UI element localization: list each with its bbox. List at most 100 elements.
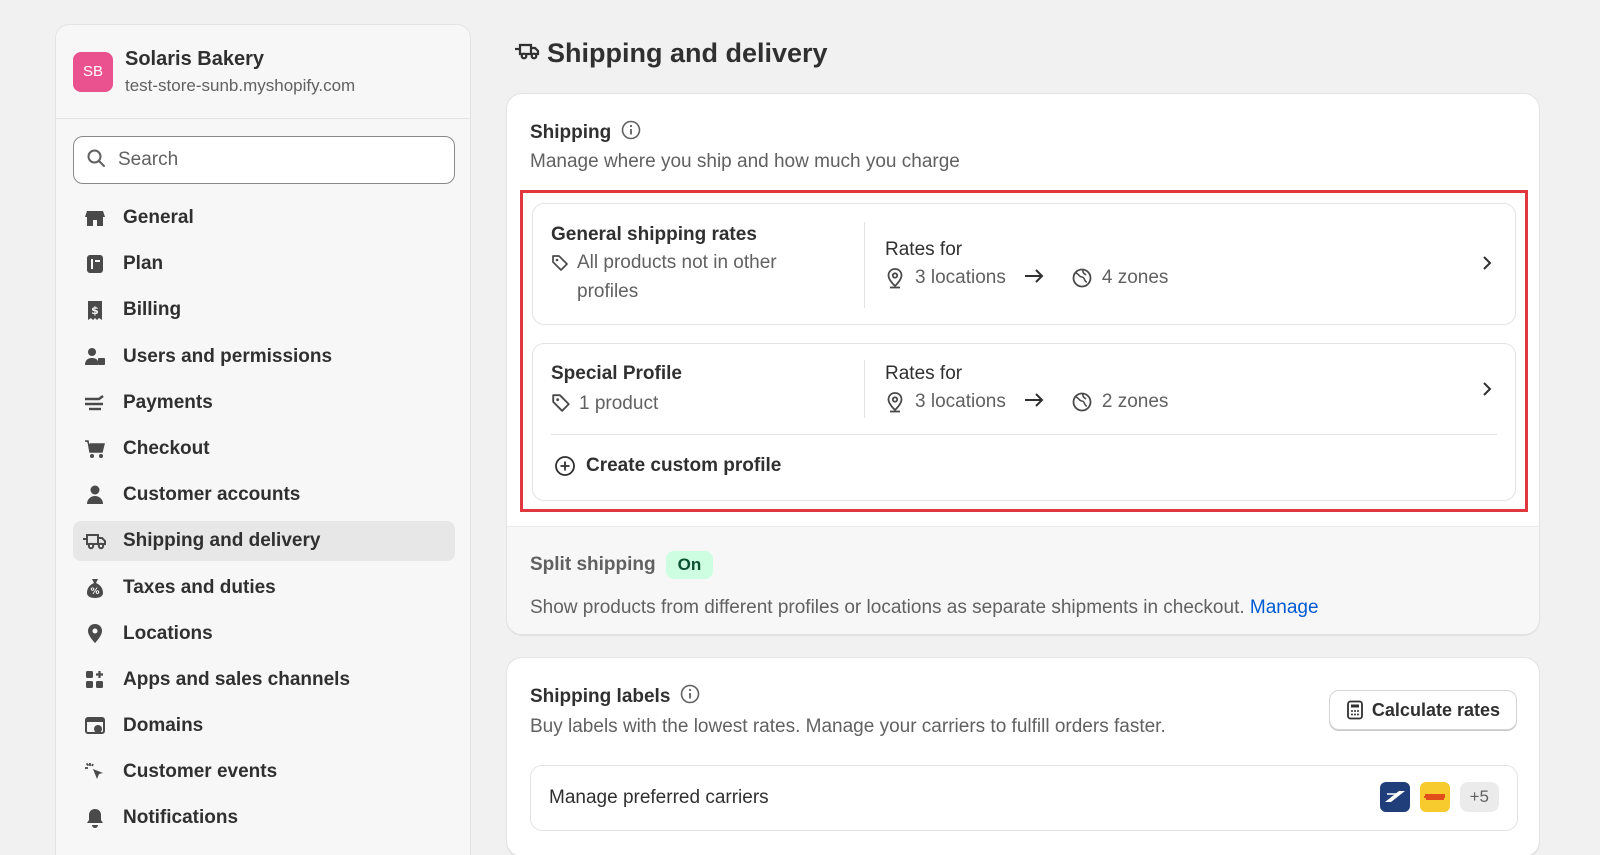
plus-circle-icon bbox=[555, 456, 575, 476]
sidebar-item-label: Customer events bbox=[123, 761, 278, 783]
calculator-icon bbox=[1347, 700, 1363, 720]
sidebar-item-label: Users and permissions bbox=[123, 345, 333, 367]
store-icon bbox=[83, 206, 107, 230]
sidebar-item-general[interactable]: General bbox=[73, 198, 455, 238]
sidebar-item-label: General bbox=[123, 207, 194, 228]
shipping-labels-subtitle: Buy labels with the lowest rates. Manage… bbox=[530, 716, 1166, 737]
svg-text:$: $ bbox=[91, 304, 99, 317]
carriers-label: Manage preferred carriers bbox=[549, 787, 769, 808]
settings-sidebar: SB Solaris Bakery test-store-sunb.myshop… bbox=[55, 24, 471, 855]
search-input[interactable] bbox=[118, 149, 438, 171]
svg-text:%: % bbox=[90, 587, 99, 597]
page-title-text: Shipping and delivery bbox=[547, 38, 828, 68]
profile-divider-horizontal bbox=[551, 434, 1497, 435]
location-pin-icon bbox=[887, 392, 903, 413]
profile-divider bbox=[864, 360, 865, 418]
domains-icon bbox=[83, 714, 107, 738]
settings-nav: General Plan $ Billing Users and permiss… bbox=[73, 198, 455, 845]
store-header[interactable]: SB Solaris Bakery test-store-sunb.myshop… bbox=[56, 25, 470, 119]
truck-icon bbox=[83, 529, 107, 553]
store-url: test-store-sunb.myshopify.com bbox=[125, 75, 356, 95]
sidebar-item-users[interactable]: Users and permissions bbox=[73, 337, 455, 377]
split-shipping-title: Split shipping bbox=[530, 554, 656, 575]
zones-count: 2 zones bbox=[1101, 391, 1169, 412]
split-shipping-description: Show products from different profiles or… bbox=[530, 597, 1319, 619]
profile-description-line2: profiles bbox=[577, 281, 639, 302]
sidebar-item-label: Apps and sales channels bbox=[123, 668, 351, 690]
sidebar-item-label: Checkout bbox=[123, 437, 210, 459]
page-title: Shipping and delivery bbox=[515, 38, 828, 69]
sidebar-item-locations[interactable]: Locations bbox=[73, 614, 455, 654]
calculate-rates-label: Calculate rates bbox=[1371, 699, 1500, 720]
chevron-right-icon[interactable] bbox=[1481, 380, 1493, 403]
zones-count: 4 zones bbox=[1101, 267, 1169, 288]
arrow-right-icon bbox=[1024, 267, 1054, 289]
sidebar-item-checkout[interactable]: Checkout bbox=[73, 429, 455, 469]
sidebar-item-label: Taxes and duties bbox=[123, 576, 276, 598]
globe-icon bbox=[1072, 392, 1092, 412]
cart-icon bbox=[83, 437, 107, 461]
sidebar-item-customer-accounts[interactable]: Customer accounts bbox=[73, 475, 455, 515]
rates-for-label: Rates for bbox=[885, 239, 963, 260]
shipping-subtitle: Manage where you ship and how much you c… bbox=[530, 151, 960, 172]
sidebar-item-label: Domains bbox=[123, 715, 204, 737]
search-icon bbox=[86, 148, 106, 173]
sidebar-item-domains[interactable]: Domains bbox=[73, 706, 455, 746]
sidebar-item-billing[interactable]: $ Billing bbox=[73, 290, 455, 330]
sidebar-item-payments[interactable]: Payments bbox=[73, 383, 455, 423]
create-custom-profile-label: Create custom profile bbox=[586, 455, 782, 476]
calculate-rates-button[interactable]: Calculate rates bbox=[1328, 690, 1517, 730]
rates-summary: 3 locations 4 zones bbox=[885, 267, 1168, 289]
sidebar-item-notifications[interactable]: Notifications bbox=[73, 798, 455, 838]
sidebar-item-apps[interactable]: Apps and sales channels bbox=[73, 660, 455, 700]
status-badge: On bbox=[665, 551, 714, 579]
sidebar-item-taxes[interactable]: % Taxes and duties bbox=[73, 568, 455, 608]
chevron-right-icon[interactable] bbox=[1481, 254, 1493, 277]
location-icon bbox=[83, 622, 107, 646]
shipping-title: Shipping bbox=[530, 120, 641, 146]
apps-icon bbox=[83, 668, 107, 692]
profile-description-line1: All products not in other bbox=[577, 252, 777, 273]
special-profile-row[interactable]: Special Profile 1 product Rates for 3 lo… bbox=[533, 344, 1515, 434]
shipping-profile-general[interactable]: General shipping rates All products not … bbox=[532, 203, 1516, 325]
payments-icon bbox=[83, 391, 107, 415]
rates-for-label: Rates for bbox=[885, 363, 963, 384]
info-icon[interactable] bbox=[621, 120, 641, 146]
search-box[interactable] bbox=[73, 136, 455, 184]
shipping-labels-title-text: Shipping labels bbox=[530, 686, 671, 707]
create-custom-profile-button[interactable]: Create custom profile bbox=[554, 455, 781, 477]
info-icon[interactable] bbox=[680, 684, 700, 710]
users-icon bbox=[83, 345, 107, 369]
usps-logo-icon bbox=[1379, 782, 1410, 812]
more-carriers-badge: +5 bbox=[1459, 782, 1499, 812]
shipping-profile-special: Special Profile 1 product Rates for 3 lo… bbox=[532, 343, 1516, 501]
rates-summary: 3 locations 2 zones bbox=[885, 391, 1168, 413]
sidebar-item-label: Customer accounts bbox=[123, 484, 301, 506]
shipping-labels-card: Shipping labels Buy labels with the lowe… bbox=[506, 657, 1540, 855]
profile-description: 1 product bbox=[551, 389, 658, 422]
sidebar-item-label: Notifications bbox=[123, 807, 239, 829]
split-description-text: Show products from different profiles or… bbox=[530, 597, 1245, 618]
sidebar-item-customer-events[interactable]: Customer events bbox=[73, 752, 455, 792]
profile-divider bbox=[864, 222, 865, 308]
location-pin-icon bbox=[887, 268, 903, 289]
tag-icon bbox=[551, 393, 571, 422]
globe-icon bbox=[1072, 268, 1092, 288]
shipping-card: Shipping Manage where you ship and how m… bbox=[506, 93, 1540, 635]
dhl-logo-icon bbox=[1419, 782, 1450, 812]
tag-icon bbox=[551, 252, 569, 306]
split-shipping-header: Split shipping On bbox=[530, 551, 714, 579]
sidebar-item-shipping[interactable]: Shipping and delivery bbox=[73, 521, 455, 562]
sidebar-item-label: Payments bbox=[123, 391, 213, 413]
profile-description-line1: 1 product bbox=[579, 393, 659, 414]
manage-preferred-carriers-row[interactable]: Manage preferred carriers +5 bbox=[530, 765, 1518, 831]
split-shipping-section: Split shipping On Show products from dif… bbox=[507, 526, 1539, 634]
receipt-dollar-icon: $ bbox=[83, 298, 107, 322]
sidebar-item-label: Locations bbox=[123, 622, 213, 644]
cursor-click-icon bbox=[83, 760, 107, 784]
arrow-right-icon bbox=[1024, 391, 1054, 413]
locations-count: 3 locations bbox=[915, 391, 1006, 412]
sidebar-item-plan[interactable]: Plan bbox=[73, 244, 455, 284]
manage-link[interactable]: Manage bbox=[1250, 597, 1319, 618]
plan-icon bbox=[83, 252, 107, 276]
